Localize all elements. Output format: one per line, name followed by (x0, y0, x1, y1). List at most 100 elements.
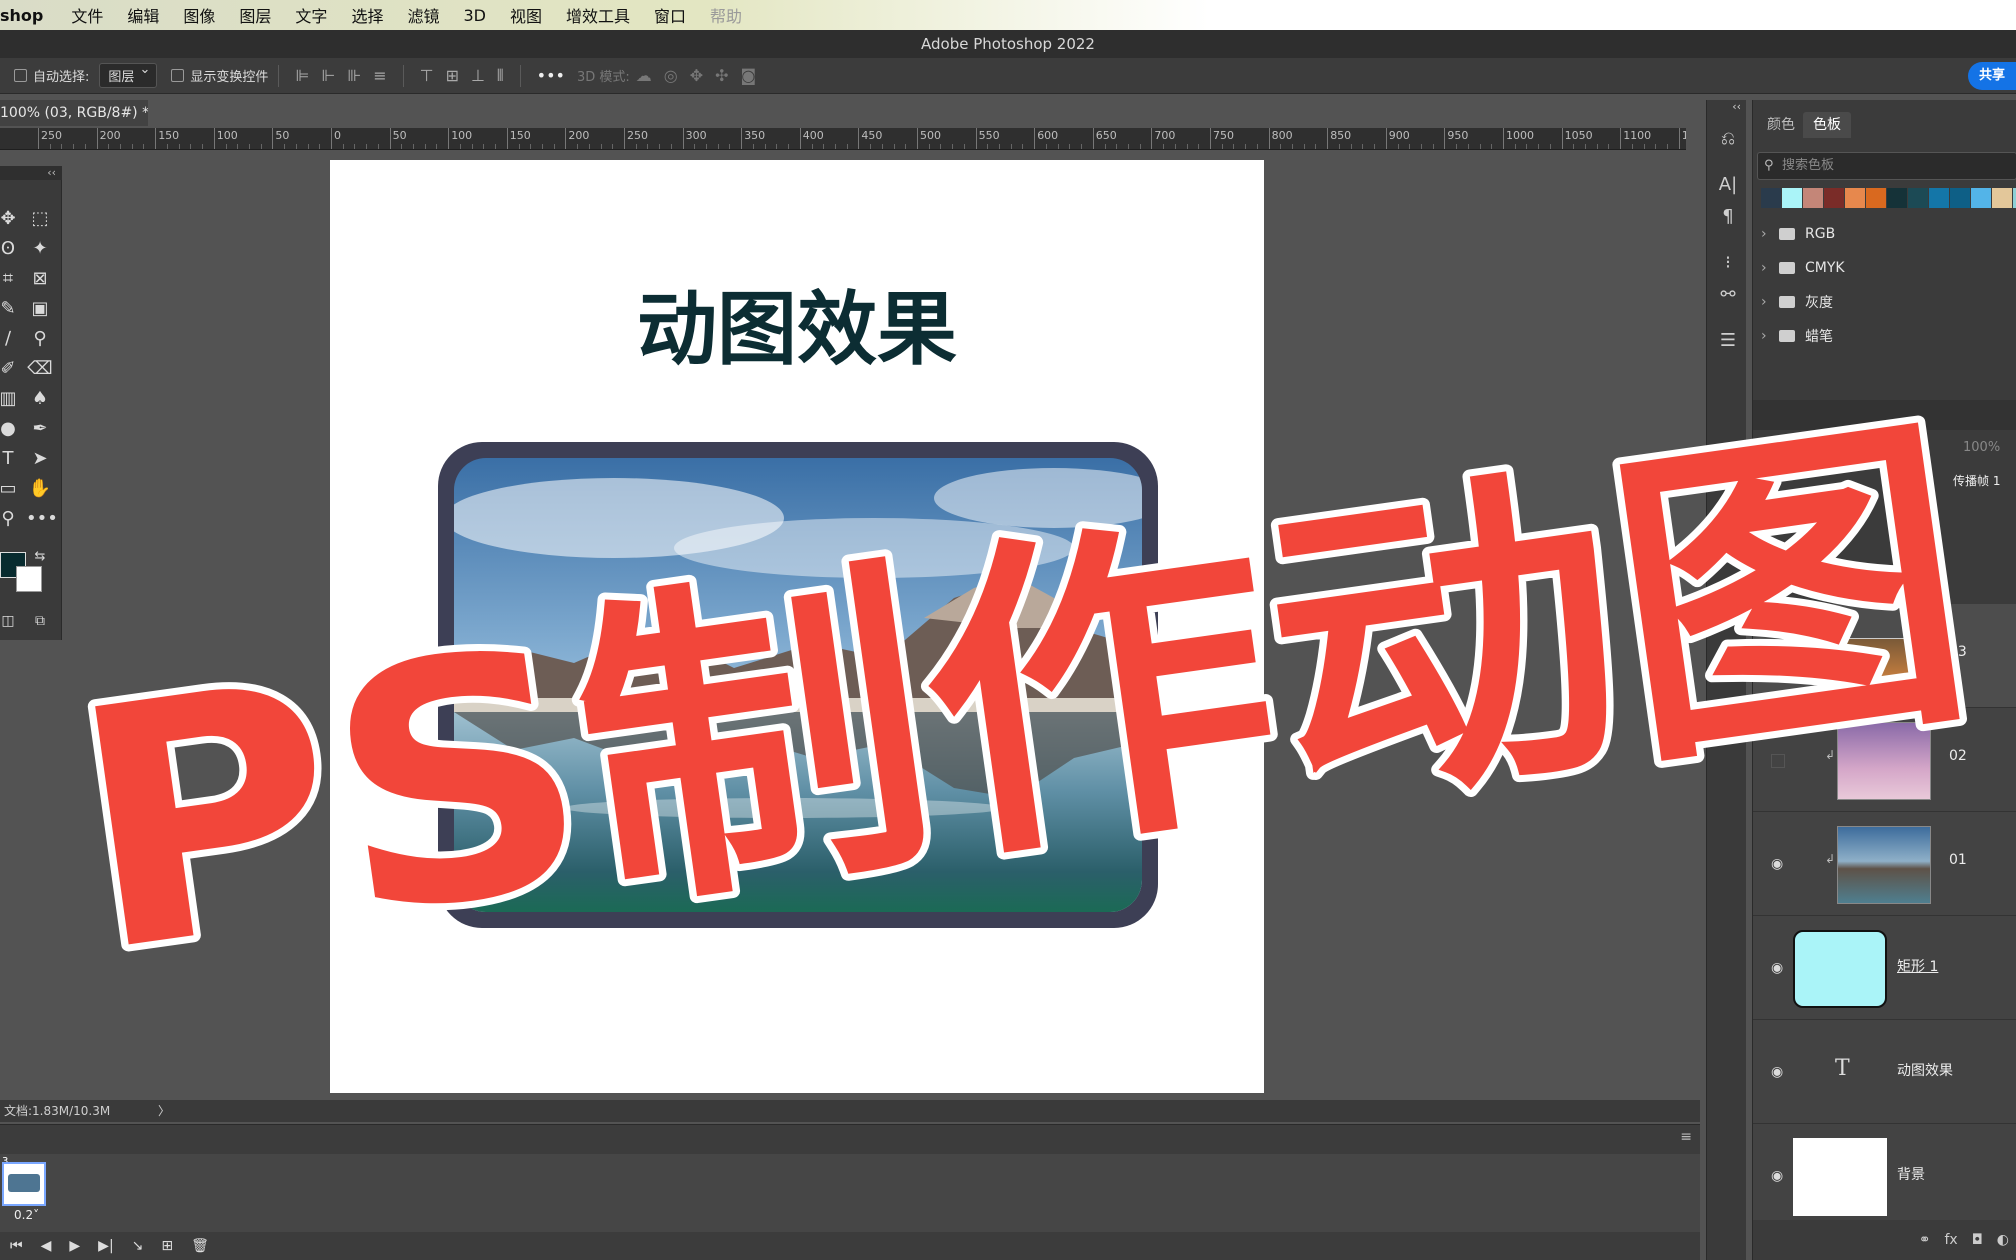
screen-mode-icon[interactable]: ⧉ (26, 608, 54, 634)
move-tool-icon[interactable]: ✥ (0, 206, 22, 232)
character-icon[interactable]: A| (1715, 172, 1741, 198)
paragraph-icon[interactable]: ¶ (1715, 204, 1741, 230)
menu-plugins[interactable]: 增效工具 (554, 3, 642, 27)
stamp-tool-icon[interactable]: ⚲ (26, 326, 54, 352)
gradient-tool-icon[interactable]: ▥ (0, 386, 22, 412)
color-swatch[interactable] (1782, 188, 1802, 208)
align-right-icon[interactable]: ⊪ (347, 66, 361, 85)
color-swatch[interactable] (1971, 188, 1991, 208)
hand-tool-icon[interactable]: ✋ (26, 476, 54, 502)
tab-color[interactable]: 颜色 (1757, 112, 1805, 138)
eyedropper-tool-icon[interactable]: ✎ (0, 296, 22, 322)
eye-icon[interactable]: ◉ (1771, 960, 1783, 976)
add-mask-icon[interactable]: ◘ (1972, 1232, 1983, 1248)
layer-name[interactable]: 动图效果 (1897, 1060, 1953, 1080)
menu-select[interactable]: 选择 (339, 3, 395, 27)
menu-layer[interactable]: 图层 (227, 3, 283, 27)
zoom-tool-icon[interactable]: ⚲ (0, 506, 22, 532)
loop-icon[interactable]: ⏮ (10, 1238, 23, 1254)
menu-type[interactable]: 文字 (283, 3, 339, 27)
path-select-tool-icon[interactable]: ➤ (26, 446, 54, 472)
distribute-vertical-icon[interactable]: ⫴ (497, 66, 504, 86)
brush-tool-icon[interactable]: ∕ (0, 326, 22, 352)
menu-filter[interactable]: 滤镜 (395, 3, 451, 27)
more-options-icon[interactable]: ••• (537, 66, 565, 85)
frame-delay[interactable]: 0.2˅ (14, 1208, 39, 1222)
menu-image[interactable]: 图像 (171, 3, 227, 27)
swatch-folder-gray[interactable]: › 灰度 (1761, 286, 1833, 318)
visibility-toggle[interactable] (1771, 754, 1785, 768)
tween-icon[interactable]: ↘ (132, 1238, 144, 1254)
layer-name[interactable]: 矩形 1 (1897, 956, 1938, 976)
layer-row-03[interactable]: 03 (1753, 604, 2016, 708)
color-swatch[interactable] (1908, 188, 1928, 208)
collapse-dock-icon[interactable]: ‹‹ (1715, 94, 1741, 120)
opacity-value[interactable]: 100% (1963, 440, 2000, 455)
delete-frame-icon[interactable]: 🗑 (191, 1238, 209, 1254)
color-swatch[interactable] (1845, 188, 1865, 208)
show-transform-checkbox[interactable] (171, 69, 185, 82)
document-canvas[interactable]: 动图效果 (330, 160, 1264, 1093)
document-tab[interactable]: 100% (03, RGB/8#) * (0, 100, 148, 126)
duplicate-frame-icon[interactable]: ⊞ (161, 1238, 173, 1254)
swatch-folder-pastel[interactable]: › 蜡笔 (1761, 320, 1833, 352)
eye-icon[interactable]: ◉ (1771, 856, 1783, 872)
3d-orbit-icon[interactable]: ☁ (636, 66, 652, 85)
menu-file[interactable]: 文件 (59, 3, 115, 27)
history-icon[interactable]: ⎌ (1715, 126, 1741, 152)
blur-tool-icon[interactable]: ♠ (26, 386, 54, 412)
color-swatch[interactable] (1761, 188, 1781, 208)
propagate-frame-label[interactable]: 传播帧 1 (1953, 472, 2000, 489)
share-button[interactable]: 共享 (1968, 62, 2016, 90)
layer-row-background[interactable]: ◉ 背景 (1753, 1124, 2016, 1228)
color-swatch[interactable] (1950, 188, 1970, 208)
3d-roll-icon[interactable]: ◎ (664, 66, 678, 85)
align-left-icon[interactable]: ⊫ (295, 66, 309, 85)
color-swatch[interactable] (1992, 188, 2012, 208)
tab-swatches[interactable]: 色板 (1803, 112, 1851, 138)
type-tool-icon[interactable]: T (0, 446, 22, 472)
adjustment-layer-icon[interactable]: ◐ (1997, 1232, 2009, 1248)
3d-pan-icon[interactable]: ✥ (690, 66, 703, 85)
pen-tool-icon[interactable]: ✒ (26, 416, 54, 442)
fx-icon[interactable]: fx (1944, 1232, 1957, 1248)
animation-frame-thumbnail[interactable] (2, 1162, 46, 1206)
marquee-tool-icon[interactable]: ⬚ (26, 206, 54, 232)
color-swatch[interactable] (1887, 188, 1907, 208)
spot-heal-tool-icon[interactable]: ▣ (26, 296, 54, 322)
color-swatch[interactable] (1803, 188, 1823, 208)
layer-name[interactable]: 01 (1949, 852, 1967, 868)
swatch-search-input[interactable]: ⚲ 搜索色板 (1757, 152, 2016, 180)
brush-settings-icon[interactable]: ⁝ (1715, 250, 1741, 276)
eye-icon[interactable]: ◉ (1771, 1064, 1783, 1080)
eye-icon[interactable]: ◉ (1771, 1168, 1783, 1184)
menu-3d[interactable]: 3D (451, 6, 498, 25)
menu-edit[interactable]: 编辑 (115, 3, 171, 27)
app-menu[interactable]: shop (0, 6, 59, 25)
quick-mask-icon[interactable]: ◫ (0, 608, 22, 634)
distribute-icon[interactable]: ≡ (373, 66, 386, 85)
3d-camera-icon[interactable]: ◙ (741, 66, 757, 85)
layer-row-02[interactable]: ↲ 02 (1753, 708, 2016, 812)
align-bottom-icon[interactable]: ⊥ (471, 66, 485, 85)
color-swatch[interactable] (1929, 188, 1949, 208)
rectangle-tool-icon[interactable]: ▭ (0, 476, 22, 502)
menu-view[interactable]: 视图 (498, 3, 554, 27)
adjustments-icon[interactable]: ☰ (1715, 328, 1741, 354)
collapse-toolbar-icon[interactable]: ‹‹ (0, 166, 62, 180)
link-layers-icon[interactable]: ⚭ (1919, 1232, 1931, 1248)
layer-name[interactable]: 02 (1949, 748, 1967, 764)
history-brush-icon[interactable]: ✐ (0, 356, 22, 382)
color-swatch[interactable] (1866, 188, 1886, 208)
magic-wand-tool-icon[interactable]: ✦ (26, 236, 54, 262)
align-top-icon[interactable]: ⊤ (420, 66, 434, 85)
status-expand-icon[interactable]: 〉 (158, 1100, 170, 1122)
timeline-menu-icon[interactable]: ≡ (1680, 1129, 1692, 1145)
align-center-icon[interactable]: ⊩ (321, 66, 335, 85)
auto-select-dropdown[interactable]: 图层 (99, 62, 158, 88)
menu-window[interactable]: 窗口 (642, 3, 698, 27)
tool-presets-icon[interactable]: ⚯ (1715, 282, 1741, 308)
menu-help[interactable]: 帮助 (698, 3, 754, 27)
align-middle-icon[interactable]: ⊞ (446, 66, 459, 85)
play-icon[interactable]: ▶ (69, 1238, 80, 1254)
